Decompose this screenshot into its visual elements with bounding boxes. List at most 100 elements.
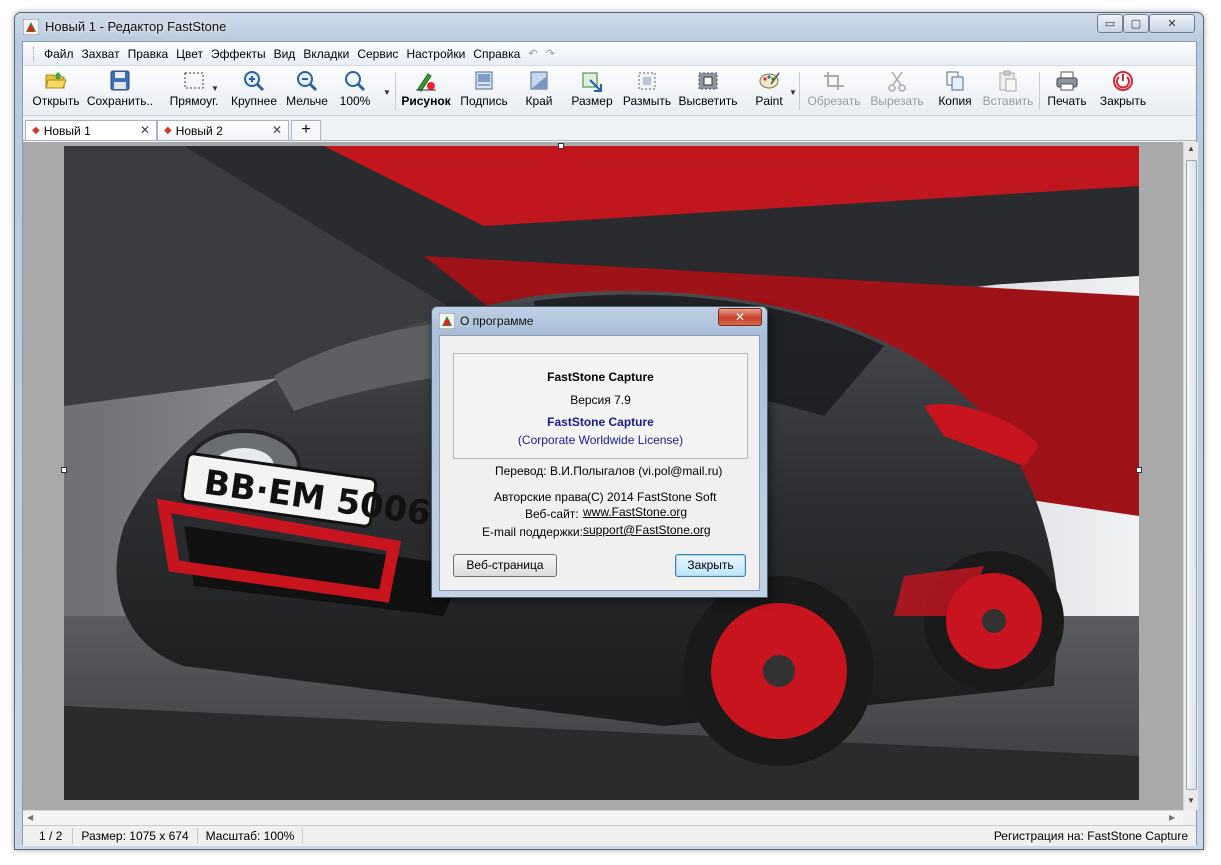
close-icon: ✕ (734, 310, 746, 324)
resize-handle-left[interactable] (61, 467, 67, 473)
draw-pencil-icon (416, 73, 436, 92)
menu-view[interactable]: Вид (270, 47, 300, 61)
edge-button[interactable]: Край (521, 69, 557, 113)
scroll-up-icon[interactable]: ▲ (1187, 144, 1195, 153)
tab-close-icon[interactable]: ✕ (140, 123, 150, 137)
open-button[interactable]: Открыть (31, 69, 81, 113)
undo-icon[interactable]: ↶ (524, 47, 541, 60)
zoom-out-icon (297, 71, 318, 92)
zoom-in-icon (244, 71, 265, 92)
copy-label: Копия (938, 94, 972, 108)
website-link[interactable]: www.FastStone.org (583, 505, 687, 519)
add-tab-button[interactable]: + (291, 120, 321, 140)
menu-edit[interactable]: Правка (124, 47, 173, 61)
menu-effects[interactable]: Эффекты (207, 47, 270, 61)
zoom-out-button[interactable]: Мельче (283, 69, 331, 113)
resize-handle-right[interactable] (1136, 467, 1142, 473)
copy-button[interactable]: Копия (935, 69, 975, 113)
blur-button[interactable]: Размыть (621, 69, 673, 113)
maximize-icon: ▢ (1130, 18, 1142, 30)
status-page: 1 / 2 (23, 828, 74, 844)
menu-settings[interactable]: Настройки (402, 47, 469, 61)
paint-label: Paint (755, 94, 783, 108)
scissors-icon (888, 71, 906, 92)
email-label: E-mail поддержки: (482, 525, 583, 539)
folder-open-icon (45, 72, 67, 89)
resize-icon (582, 72, 602, 92)
spotlight-button[interactable]: Высветить (677, 69, 739, 113)
tab-new-1[interactable]: ◆ Новый 1 ✕ (25, 120, 157, 140)
zoom-in-label: Крупнее (230, 94, 277, 108)
blur-label: Размыть (622, 94, 672, 108)
license-text: (Corporate Worldwide License) (517, 433, 684, 447)
spotlight-icon (698, 72, 718, 90)
cut-button[interactable]: Вырезать (869, 69, 925, 113)
redo-icon[interactable]: ↷ (542, 47, 559, 60)
tab-new-2[interactable]: ◆ Новый 2 ✕ (157, 120, 289, 140)
toolbar-separator (395, 72, 396, 110)
menu-file[interactable]: Файл (40, 47, 78, 61)
zoom-100-button[interactable]: 100% (337, 69, 373, 113)
menu-service[interactable]: Сервис (353, 47, 402, 61)
tab-diamond-icon: ◆ (164, 125, 172, 136)
copy-icon (946, 71, 964, 91)
title-bar: Новый 1 - Редактор FastStone ▭ ▢ ✕ (15, 13, 1203, 41)
menu-help[interactable]: Справка (469, 47, 524, 61)
edge-icon (530, 71, 548, 90)
scroll-left-icon[interactable]: ◀ (27, 813, 33, 822)
document-tabs: ◆ Новый 1 ✕ ◆ Новый 2 ✕ + (23, 117, 1196, 141)
resize-button[interactable]: Размер (569, 69, 615, 113)
dialog-ok-button[interactable]: Закрыть (675, 554, 746, 577)
menu-capture[interactable]: Захват (78, 47, 124, 61)
rectangle-dropdown-icon[interactable]: ▼ (211, 84, 219, 93)
faststone-app-icon (23, 19, 39, 35)
copyright-label: Авторские права (494, 490, 588, 504)
status-scale: Масштаб: 100% (198, 828, 304, 844)
menu-tabs[interactable]: Вкладки (299, 47, 353, 61)
menu-bar: Файл Захват Правка Цвет Эффекты Вид Вкла… (23, 42, 1196, 66)
paste-button[interactable]: Вставить (981, 69, 1035, 113)
close-doc-button[interactable]: Закрыть (1097, 69, 1149, 113)
vertical-scrollbar[interactable]: ▲ ▼ (1183, 142, 1198, 810)
maximize-button[interactable]: ▢ (1123, 14, 1149, 33)
email-link[interactable]: support@FastStone.org (583, 523, 711, 537)
minimize-icon: ▭ (1104, 18, 1116, 30)
tab-label: Новый 1 (43, 123, 91, 138)
web-page-button[interactable]: Веб-страница (453, 554, 557, 577)
paint-dropdown-icon[interactable]: ▼ (789, 88, 797, 97)
close-window-button[interactable]: ✕ (1149, 14, 1195, 33)
caption-button[interactable]: Подпись (457, 69, 511, 113)
menu-color[interactable]: Цвет (172, 47, 207, 61)
edge-label: Край (525, 94, 553, 108)
toolbar: Открыть Сохранить.. Прямоуг. ▼ Крупнее М… (23, 66, 1196, 116)
zoom-100-label: 100% (339, 94, 371, 108)
scroll-down-icon[interactable]: ▼ (1187, 796, 1195, 805)
crop-label: Обрезать (807, 94, 861, 108)
translation-credit: Перевод: В.И.Полыгалов (vi.pol@mail.ru) (495, 464, 723, 478)
paint-button[interactable]: Paint (749, 69, 789, 113)
scroll-thumb[interactable] (1186, 160, 1197, 790)
save-button[interactable]: Сохранить.. (85, 69, 155, 113)
about-dialog: О программе ✕ FastStone Capture Версия 7… (431, 306, 768, 598)
print-label: Печать (1047, 94, 1087, 108)
resize-handle-top[interactable] (558, 143, 564, 149)
dialog-title: О программе (460, 314, 534, 328)
status-size: Размер: 1075 x 674 (73, 828, 198, 844)
rectangle-select-label: Прямоуг. (169, 94, 219, 108)
horizontal-scrollbar[interactable]: ◀ ▶ (23, 810, 1183, 825)
menu-grip (33, 46, 36, 61)
crop-button[interactable]: Обрезать (807, 69, 861, 113)
draw-label: Рисунок (401, 94, 451, 108)
zoom-in-button[interactable]: Крупнее (227, 69, 281, 113)
tab-close-icon[interactable]: ✕ (272, 123, 282, 137)
crop-icon (824, 72, 844, 90)
save-label: Сохранить.. (86, 94, 154, 108)
minimize-button[interactable]: ▭ (1097, 14, 1123, 33)
print-button[interactable]: Печать (1043, 69, 1091, 113)
scroll-right-icon[interactable]: ▶ (1169, 813, 1175, 822)
rectangle-select-icon (184, 72, 204, 89)
product-link[interactable]: FastStone Capture (454, 415, 747, 429)
dialog-close-button[interactable]: ✕ (718, 308, 762, 326)
draw-button[interactable]: Рисунок (399, 69, 453, 113)
zoom-dropdown-icon[interactable]: ▼ (383, 88, 391, 97)
